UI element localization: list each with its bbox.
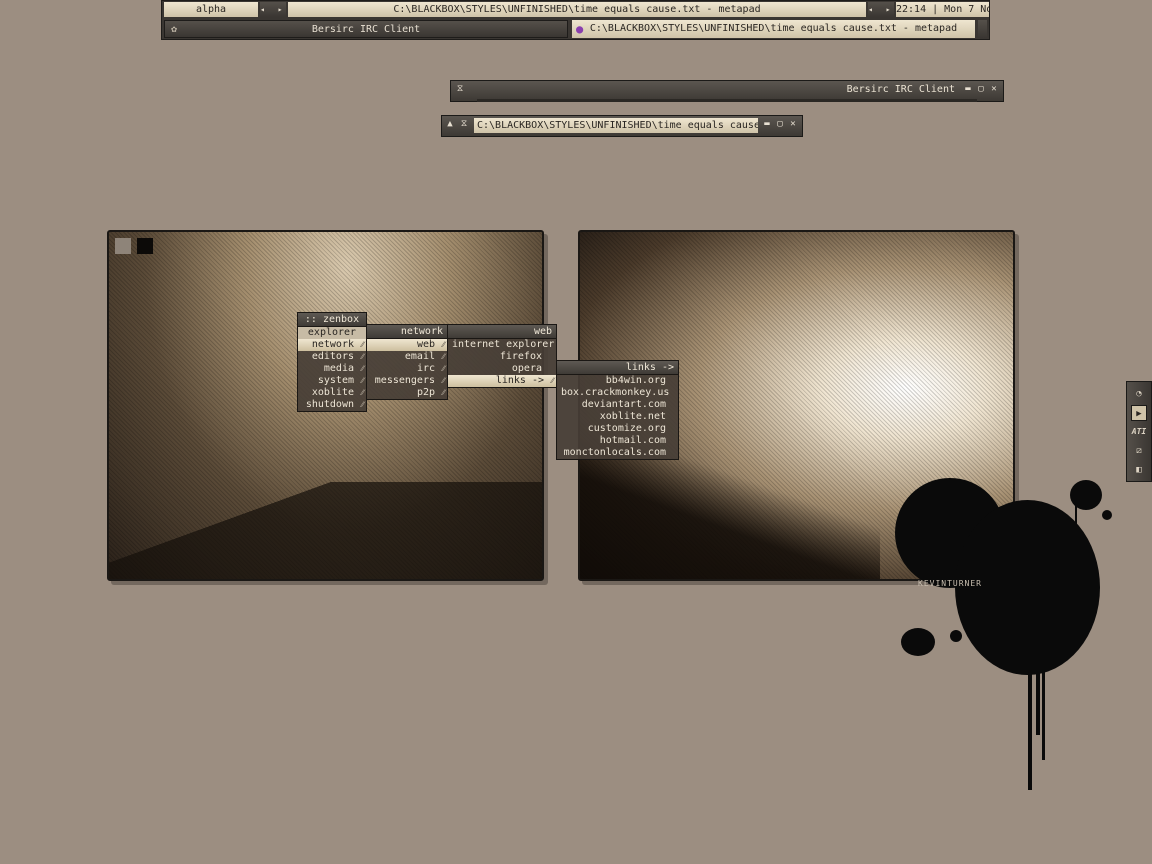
menu-web: web internet explorer firefox opera link… — [447, 324, 557, 388]
ink-drip — [1036, 640, 1040, 735]
slit-tray: ◔ ▶ ATI ⧄ ◧ — [1126, 381, 1152, 482]
window-title: Bersirc IRC Client — [846, 84, 955, 95]
menu-item-link[interactable]: xoblite.net — [557, 411, 678, 423]
minimize-icon[interactable]: ▬ — [762, 119, 772, 129]
task-label: C:\BLACKBOX\STYLES\UNFINISHED\time equal… — [589, 23, 958, 34]
menu-item-network[interactable]: network — [298, 339, 366, 351]
workspace-arrows[interactable]: ◂ ▸ — [260, 2, 286, 17]
color-swatch-dark — [137, 238, 153, 254]
bersirc-window-titlebar[interactable]: ⧖ Bersirc IRC Client ▬ ▢ ✕ — [450, 80, 1004, 102]
current-window-title: C:\BLACKBOX\STYLES\UNFINISHED\time equal… — [288, 2, 866, 17]
menu-item-link[interactable]: hotmail.com — [557, 435, 678, 447]
menu-item-link[interactable]: bb4win.org — [557, 375, 678, 387]
taskbar-end — [978, 20, 987, 38]
menu-item-link[interactable]: box.crackmonkey.us — [557, 387, 678, 399]
metapad-app-icon: ● — [576, 22, 584, 36]
toolbar: alpha ◂ ▸ C:\BLACKBOX\STYLES\UNFINISHED\… — [161, 0, 990, 40]
maximize-icon[interactable]: ▢ — [775, 119, 785, 129]
menu-network: network web email irc messengers p2p — [366, 324, 448, 400]
escalator-shadow — [109, 482, 542, 579]
menu-item-link[interactable]: monctonlocals.com — [557, 447, 678, 459]
audio-icon[interactable]: ◔ — [1131, 386, 1147, 402]
menu-item-explorer[interactable]: explorer — [298, 327, 366, 339]
menu-item-p2p[interactable]: p2p — [367, 387, 447, 399]
menu-item-editors[interactable]: editors — [298, 351, 366, 363]
maximize-icon[interactable]: ▢ — [976, 84, 986, 94]
bersirc-app-icon: ✿ — [171, 24, 178, 35]
close-icon[interactable]: ✕ — [989, 84, 999, 94]
ink-drip — [1075, 500, 1077, 530]
menu-root: :: zenbox :: explorer network editors me… — [297, 312, 367, 412]
ink-drip — [1028, 640, 1032, 790]
wallpaper-signature: KEVINTURNER — [918, 579, 982, 588]
task-metapad[interactable]: ● C:\BLACKBOX\STYLES\UNFINISHED\time equ… — [572, 20, 975, 38]
menu-title: web — [448, 325, 556, 339]
task-bersirc[interactable]: ✿ Bersirc IRC Client — [164, 20, 568, 38]
ink-drip — [1042, 640, 1045, 760]
task-label: Bersirc IRC Client — [311, 24, 421, 35]
metapad-window-titlebar[interactable]: ▲ ⧖ C:\BLACKBOX\STYLES\UNFINISHED\time e… — [441, 115, 803, 137]
menu-item-irc[interactable]: irc — [367, 363, 447, 375]
menu-item-web[interactable]: web — [367, 339, 447, 351]
menu-item-opera[interactable]: opera — [448, 363, 556, 375]
hourglass-icon[interactable]: ⧖ — [459, 119, 469, 129]
menu-item-firefox[interactable]: firefox — [448, 351, 556, 363]
window-title: C:\BLACKBOX\STYLES\UNFINISHED\time equal… — [474, 118, 758, 133]
ink-blob — [950, 630, 962, 642]
color-swatch-light — [115, 238, 131, 254]
toolbar-top-row: alpha ◂ ▸ C:\BLACKBOX\STYLES\UNFINISHED\… — [164, 2, 989, 17]
menu-title: :: zenbox :: — [298, 313, 366, 338]
menu-item-system[interactable]: system — [298, 375, 366, 387]
menu-item-link[interactable]: customize.org — [557, 423, 678, 435]
menu-links: links -> bb4win.org box.crackmonkey.us d… — [556, 360, 679, 460]
shade-up-icon[interactable]: ▲ — [445, 119, 455, 129]
menu-item-email[interactable]: email — [367, 351, 447, 363]
menu-item-media[interactable]: media — [298, 363, 366, 375]
menu-title: network — [367, 325, 447, 339]
taskbar-row: ✿ Bersirc IRC Client ● C:\BLACKBOX\STYLE… — [164, 20, 987, 38]
window-arrows[interactable]: ◂ ▸ — [868, 2, 894, 17]
menu-item-shutdown[interactable]: shutdown — [298, 399, 366, 411]
ati-icon[interactable]: ATI — [1131, 424, 1147, 440]
clock: 22:14 | Mon 7 Nov — [896, 2, 989, 17]
menu-item-xoblite[interactable]: xoblite — [298, 387, 366, 399]
menu-item-link[interactable]: deviantart.com — [557, 399, 678, 411]
menu-item-messengers[interactable]: messengers — [367, 375, 447, 387]
window-grip — [477, 99, 977, 102]
play-icon[interactable]: ▶ — [1131, 405, 1147, 421]
hourglass-icon[interactable]: ⧖ — [455, 84, 465, 94]
network-icon[interactable]: ⧄ — [1131, 443, 1147, 459]
menu-item-links[interactable]: links -> — [448, 375, 556, 387]
menu-title: links -> — [557, 361, 678, 375]
workspace-label[interactable]: alpha — [164, 2, 258, 17]
ink-blob — [1102, 510, 1112, 520]
minimize-icon[interactable]: ▬ — [963, 84, 973, 94]
ink-blob — [901, 628, 935, 656]
volume-icon[interactable]: ◧ — [1131, 462, 1147, 478]
close-icon[interactable]: ✕ — [788, 119, 798, 129]
menu-item-internet-explorer[interactable]: internet explorer — [448, 339, 556, 351]
